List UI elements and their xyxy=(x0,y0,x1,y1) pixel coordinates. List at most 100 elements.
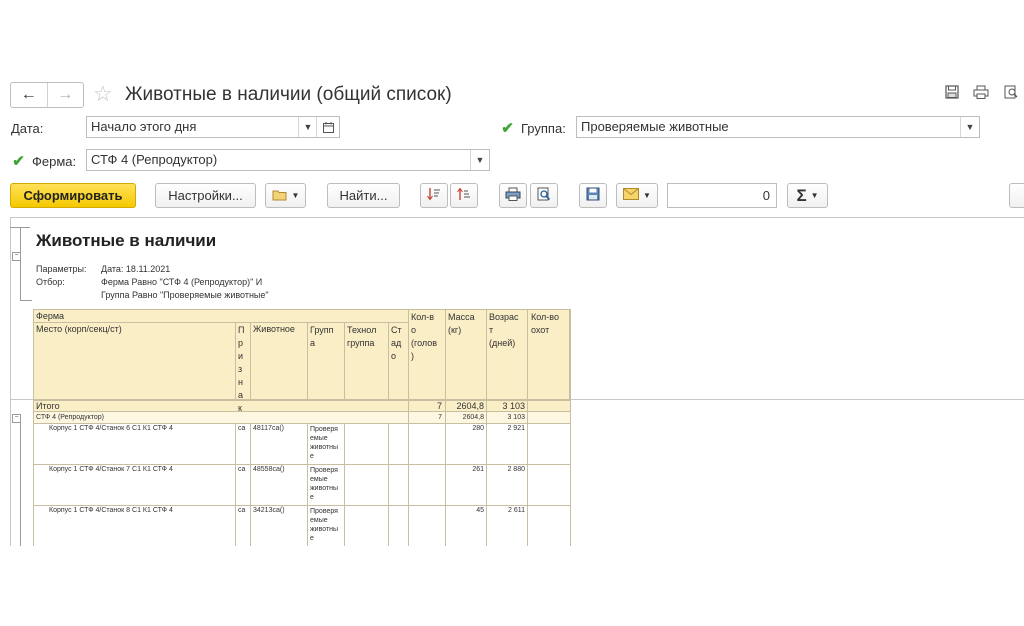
date-value: Начало этого дня xyxy=(91,119,197,134)
grid-line xyxy=(33,505,570,506)
grid-line xyxy=(307,322,308,400)
navigation-buttons: ← → xyxy=(10,82,84,108)
page-title: Животные в наличии (общий список) xyxy=(125,84,452,105)
row-place: Корпус 1 СТФ 4/Станок 8 С1 К1 СТФ 4 xyxy=(49,507,173,514)
header-herd: Ст ад о xyxy=(391,325,402,361)
grid-line xyxy=(33,464,570,465)
print-icon xyxy=(505,187,521,204)
grid-line xyxy=(235,423,236,546)
report-title: Животные в наличии xyxy=(36,231,217,250)
total-age: 3 103 xyxy=(502,401,525,411)
settings-button[interactable]: Настройки... xyxy=(155,183,256,208)
grid-line xyxy=(307,423,308,546)
row-animal: 34213са() xyxy=(253,507,285,514)
grid-line xyxy=(388,322,389,400)
row-group: Проверя емые животны е xyxy=(310,467,339,501)
send-email-button[interactable]: ▼ xyxy=(616,183,658,208)
grid-line xyxy=(250,423,251,546)
row-animal: 48558са() xyxy=(253,466,285,473)
back-button[interactable]: ← xyxy=(11,83,47,107)
collapse-icon[interactable]: − xyxy=(12,252,21,261)
farm-label: Ферма: xyxy=(32,154,77,169)
farm-row-age: 3 103 xyxy=(507,414,525,421)
outline-line xyxy=(20,418,21,546)
arrow-right-icon: → xyxy=(57,86,74,103)
grid-line xyxy=(250,322,251,400)
farm-field[interactable]: СТФ 4 (Репродуктор) ▼ xyxy=(86,149,490,171)
row-place: Корпус 1 СТФ 4/Станок 7 С1 К1 СТФ 4 xyxy=(49,466,173,473)
row-age: 2 921 xyxy=(507,425,525,432)
print-button[interactable] xyxy=(499,183,527,208)
sort-ascending-button[interactable] xyxy=(450,183,478,208)
chevron-down-icon: ▼ xyxy=(291,191,300,200)
farm-row-count: 7 xyxy=(438,414,442,421)
folder-icon xyxy=(272,188,288,204)
grid-line xyxy=(33,322,408,323)
outline-line xyxy=(20,300,32,301)
calendar-icon[interactable] xyxy=(316,117,339,137)
generate-button[interactable]: Сформировать xyxy=(10,183,136,208)
chevron-down-icon[interactable]: ▼ xyxy=(960,117,979,137)
report-left-border xyxy=(10,218,11,546)
preview-icon[interactable] xyxy=(1004,85,1020,101)
header-group: Групп а xyxy=(310,325,334,348)
save-button[interactable] xyxy=(579,183,607,208)
sum-field[interactable]: 0 xyxy=(667,183,777,208)
checkmark-icon: ✔ xyxy=(501,120,514,137)
row-sign: са xyxy=(238,507,246,514)
chevron-down-icon: ▼ xyxy=(643,191,651,200)
header-tech-group: Технол группа xyxy=(347,325,377,348)
arrow-left-icon: ← xyxy=(20,86,37,103)
farm-row-label: СТФ 4 (Репродуктор) xyxy=(36,414,104,421)
grid-line xyxy=(33,309,34,546)
forward-button[interactable]: → xyxy=(46,83,84,107)
total-mass: 2604,8 xyxy=(456,401,484,411)
grid-line xyxy=(388,423,389,546)
grid-line xyxy=(527,309,528,546)
grid-line xyxy=(570,309,571,546)
group-field[interactable]: Проверяемые животные ▼ xyxy=(576,116,980,138)
save-icon xyxy=(586,187,600,204)
row-age: 2 611 xyxy=(508,507,525,514)
header-count: Кол-в о (голов) xyxy=(411,312,438,361)
more-button[interactable] xyxy=(1009,183,1024,208)
group-value: Проверяемые животные xyxy=(581,119,729,134)
chevron-down-icon[interactable]: ▼ xyxy=(470,150,489,170)
group-checkbox[interactable]: ✔ xyxy=(501,120,514,138)
sort-descending-button[interactable] xyxy=(420,183,448,208)
print-icon[interactable] xyxy=(973,85,989,101)
filter-line-1: Ферма Равно "СТФ 4 (Репродуктор)" И xyxy=(101,277,263,287)
sigma-icon: Σ xyxy=(796,185,807,205)
sort-ascending-icon xyxy=(457,187,471,204)
header-sign: Признак xyxy=(238,325,245,413)
chevron-down-icon[interactable]: ▼ xyxy=(298,117,317,137)
farm-row-mass: 2604,8 xyxy=(462,414,484,421)
find-button[interactable]: Найти... xyxy=(327,183,400,208)
variant-menu-button[interactable]: ▼ xyxy=(265,183,306,208)
filter-line-2: Группа Равно "Проверяемые животные" xyxy=(101,290,269,300)
total-count: 7 xyxy=(436,401,442,411)
sum-mode-button[interactable]: Σ ▼ xyxy=(787,183,828,208)
row-mass: 45 xyxy=(476,507,484,514)
filter-label: Отбор: xyxy=(36,277,65,287)
favorite-star-icon[interactable]: ☆ xyxy=(93,83,113,105)
row-sign: са xyxy=(238,425,246,432)
save-icon[interactable] xyxy=(944,85,960,101)
farm-value: СТФ 4 (Репродуктор) xyxy=(91,152,218,167)
row-group: Проверя емые животны е xyxy=(310,508,339,542)
total-label: Итого xyxy=(36,401,60,411)
grid-line xyxy=(33,411,570,412)
header-age: Возрас т (дней) xyxy=(489,312,519,348)
header-hunts: Кол-во охот xyxy=(531,312,559,335)
chevron-down-icon: ▼ xyxy=(810,191,819,200)
grid-line xyxy=(408,309,409,546)
checkmark-icon: ✔ xyxy=(12,153,25,170)
grid-line xyxy=(344,322,345,400)
preview-button[interactable] xyxy=(530,183,558,208)
row-age: 2 880 xyxy=(507,466,525,473)
row-mass: 280 xyxy=(472,425,484,432)
row-group: Проверя емые животны е xyxy=(310,426,339,460)
row-mass: 261 xyxy=(472,466,484,473)
date-field[interactable]: Начало этого дня ▼ xyxy=(86,116,340,138)
farm-checkbox[interactable]: ✔ xyxy=(12,153,25,171)
